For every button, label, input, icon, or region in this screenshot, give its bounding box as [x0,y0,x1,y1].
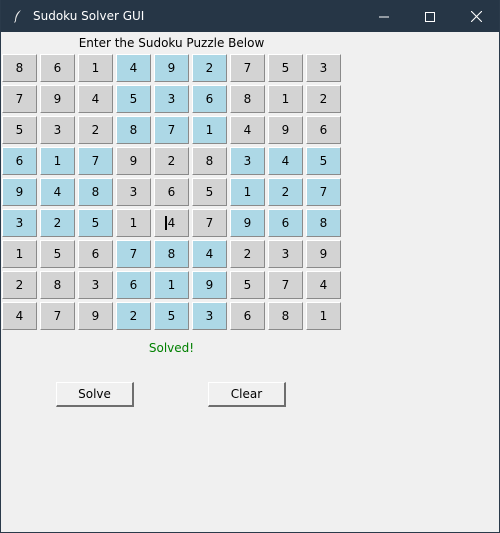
sudoku-cell-r1-c8[interactable]: 5 [268,54,303,82]
sudoku-cell-r6-c5[interactable]: 4 [154,209,189,237]
sudoku-cell-r4-c9[interactable]: 5 [306,147,341,175]
sudoku-cell-r5-c7[interactable]: 1 [230,178,265,206]
sudoku-cell-r8-c8[interactable]: 7 [268,271,303,299]
sudoku-cell-r1-c1[interactable]: 8 [2,54,37,82]
clear-button[interactable]: Clear [208,382,286,407]
sudoku-cell-r8-c6[interactable]: 9 [192,271,227,299]
sudoku-cell-r7-c7[interactable]: 2 [230,240,265,268]
sudoku-cell-r1-c9[interactable]: 3 [306,54,341,82]
sudoku-cell-r1-c5[interactable]: 9 [154,54,189,82]
sudoku-cell-r9-c3[interactable]: 9 [78,302,113,330]
feather-icon [11,9,25,23]
app-window: Sudoku Solver GUI Enter the Sudoku Puzzl… [0,0,500,533]
sudoku-cell-r4-c5[interactable]: 2 [154,147,189,175]
sudoku-cell-r5-c8[interactable]: 2 [268,178,303,206]
title-bar[interactable]: Sudoku Solver GUI [1,0,499,32]
sudoku-cell-r3-c5[interactable]: 7 [154,116,189,144]
sudoku-cell-r5-c1[interactable]: 9 [2,178,37,206]
sudoku-cell-r2-c2[interactable]: 9 [40,85,75,113]
sudoku-cell-r4-c3[interactable]: 7 [78,147,113,175]
sudoku-cell-r3-c2[interactable]: 3 [40,116,75,144]
sudoku-cell-r2-c8[interactable]: 1 [268,85,303,113]
sudoku-cell-r6-c4[interactable]: 1 [116,209,151,237]
sudoku-cell-r2-c9[interactable]: 2 [306,85,341,113]
sudoku-cell-r1-c6[interactable]: 2 [192,54,227,82]
sudoku-cell-r6-c9[interactable]: 8 [306,209,341,237]
sudoku-cell-r6-c1[interactable]: 3 [2,209,37,237]
sudoku-cell-r7-c6[interactable]: 4 [192,240,227,268]
window-controls [361,0,499,32]
sudoku-cell-r9-c1[interactable]: 4 [2,302,37,330]
window-title: Sudoku Solver GUI [33,9,145,23]
sudoku-cell-r9-c5[interactable]: 5 [154,302,189,330]
sudoku-cell-r9-c6[interactable]: 3 [192,302,227,330]
minimize-button[interactable] [361,0,407,32]
sudoku-cell-r2-c3[interactable]: 4 [78,85,113,113]
sudoku-cell-r1-c2[interactable]: 6 [40,54,75,82]
sudoku-cell-r9-c9[interactable]: 1 [306,302,341,330]
sudoku-cell-r5-c5[interactable]: 6 [154,178,189,206]
minimize-icon [379,7,389,26]
sudoku-cell-r8-c5[interactable]: 1 [154,271,189,299]
sudoku-cell-r2-c7[interactable]: 8 [230,85,265,113]
sudoku-cell-r3-c8[interactable]: 9 [268,116,303,144]
sudoku-cell-r7-c3[interactable]: 6 [78,240,113,268]
sudoku-cell-r7-c1[interactable]: 1 [2,240,37,268]
sudoku-cell-r1-c3[interactable]: 1 [78,54,113,82]
sudoku-cell-r3-c3[interactable]: 2 [78,116,113,144]
text-cursor [164,216,167,230]
solve-button[interactable]: Solve [56,382,134,407]
sudoku-cell-r2-c5[interactable]: 3 [154,85,189,113]
sudoku-cell-r8-c7[interactable]: 5 [230,271,265,299]
sudoku-cell-r6-c8[interactable]: 6 [268,209,303,237]
sudoku-cell-r1-c4[interactable]: 4 [116,54,151,82]
sudoku-cell-r6-c3[interactable]: 5 [78,209,113,237]
sudoku-cell-r9-c7[interactable]: 6 [230,302,265,330]
sudoku-cell-r8-c9[interactable]: 4 [306,271,341,299]
sudoku-cell-r7-c9[interactable]: 9 [306,240,341,268]
sudoku-cell-r2-c1[interactable]: 7 [2,85,37,113]
status-message: Solved! [148,341,195,355]
close-button[interactable] [453,0,499,32]
sudoku-cell-r6-c6[interactable]: 7 [192,209,227,237]
sudoku-cell-r9-c8[interactable]: 8 [268,302,303,330]
sudoku-cell-r9-c2[interactable]: 7 [40,302,75,330]
sudoku-cell-r2-c4[interactable]: 5 [116,85,151,113]
sudoku-cell-r5-c2[interactable]: 4 [40,178,75,206]
sudoku-cell-r6-c2[interactable]: 2 [40,209,75,237]
sudoku-cell-r3-c9[interactable]: 6 [306,116,341,144]
sudoku-cell-r8-c2[interactable]: 8 [40,271,75,299]
sudoku-cell-r3-c6[interactable]: 1 [192,116,227,144]
sudoku-cell-r7-c5[interactable]: 8 [154,240,189,268]
sudoku-cell-r1-c7[interactable]: 7 [230,54,265,82]
maximize-icon [425,7,435,26]
sudoku-cell-r4-c7[interactable]: 3 [230,147,265,175]
close-icon [470,7,482,26]
sudoku-cell-r2-c6[interactable]: 6 [192,85,227,113]
maximize-button[interactable] [407,0,453,32]
sudoku-cell-r3-c1[interactable]: 5 [2,116,37,144]
sudoku-cell-r4-c6[interactable]: 8 [192,147,227,175]
sudoku-cell-r4-c1[interactable]: 6 [2,147,37,175]
sudoku-cell-r3-c7[interactable]: 4 [230,116,265,144]
sudoku-cell-r8-c4[interactable]: 6 [116,271,151,299]
sudoku-cell-r8-c1[interactable]: 2 [2,271,37,299]
sudoku-cell-r5-c9[interactable]: 7 [306,178,341,206]
sudoku-cell-r5-c4[interactable]: 3 [116,178,151,206]
sudoku-cell-r4-c8[interactable]: 4 [268,147,303,175]
sudoku-cell-r3-c4[interactable]: 8 [116,116,151,144]
cell-value: 4 [167,216,176,230]
puzzle-heading: Enter the Sudoku Puzzle Below [78,36,265,50]
sudoku-cell-r7-c4[interactable]: 7 [116,240,151,268]
sudoku-cell-r4-c2[interactable]: 1 [40,147,75,175]
sudoku-cell-r5-c3[interactable]: 8 [78,178,113,206]
sudoku-cell-r6-c7[interactable]: 9 [230,209,265,237]
sudoku-cell-r7-c8[interactable]: 3 [268,240,303,268]
sudoku-cell-r8-c3[interactable]: 3 [78,271,113,299]
sudoku-cell-r7-c2[interactable]: 5 [40,240,75,268]
sudoku-cell-r9-c4[interactable]: 2 [116,302,151,330]
sudoku-cell-r5-c6[interactable]: 5 [192,178,227,206]
sudoku-cell-r4-c4[interactable]: 9 [116,147,151,175]
